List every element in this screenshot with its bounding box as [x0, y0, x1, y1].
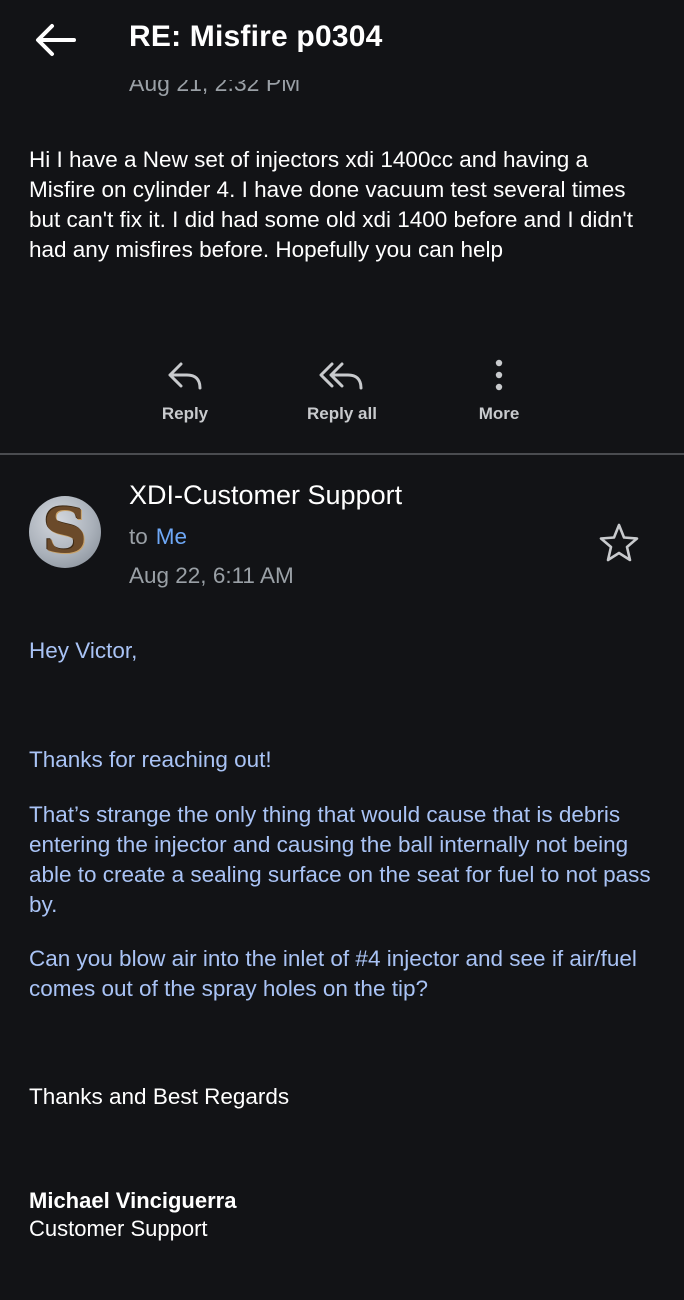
arrow-left-icon: [36, 24, 76, 56]
signature-title: Customer Support: [29, 1216, 208, 1241]
message-date: Aug 22, 6:11 AM: [129, 563, 294, 588]
recipient-me-link[interactable]: Me: [156, 524, 187, 549]
star-outline-icon: [599, 523, 639, 562]
recipient-line: to Me: [129, 524, 187, 550]
message-paragraph-3: Can you blow air into the inlet of #4 in…: [29, 946, 637, 1001]
more-button[interactable]: More: [439, 358, 559, 424]
to-prefix: to: [129, 524, 148, 549]
back-button[interactable]: [30, 18, 80, 62]
sender-avatar[interactable]: S: [29, 496, 101, 568]
message-paragraph-2: That’s strange the only thing that would…: [29, 802, 651, 917]
reply-all-button[interactable]: Reply all: [282, 358, 402, 424]
more-label: More: [478, 404, 520, 423]
message-divider: [0, 453, 684, 455]
reply-icon: [168, 362, 202, 390]
signature-name: Michael Vinciguerra: [29, 1188, 237, 1213]
message-greeting: Hey Victor,: [29, 638, 138, 663]
sender-name: XDI-Customer Support: [129, 480, 403, 510]
reply-label: Reply: [161, 404, 209, 423]
star-button[interactable]: [597, 521, 641, 565]
reply-all-icon: [319, 362, 363, 390]
email-subject: RE: Misfire p0304: [129, 20, 383, 53]
message-paragraph-1: Thanks for reaching out!: [29, 747, 272, 772]
reply-all-label: Reply all: [307, 404, 377, 423]
previous-message-body: Hi I have a New set of injectors xdi 140…: [29, 147, 633, 262]
avatar-letter: S: [42, 496, 88, 567]
top-app-bar: RE: Misfire p0304: [0, 0, 684, 80]
more-vertical-icon: [495, 359, 503, 391]
reply-button[interactable]: Reply: [125, 358, 245, 424]
message-closing: Thanks and Best Regards: [29, 1084, 290, 1109]
